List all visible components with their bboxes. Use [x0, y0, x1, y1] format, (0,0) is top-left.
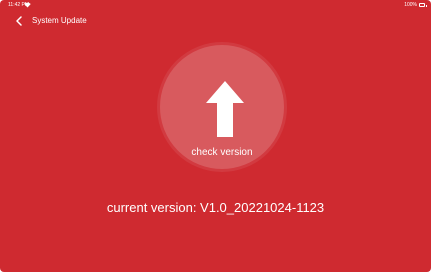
status-bar: 11:42 PM 100%	[0, 0, 431, 10]
current-version-text: current version: V1.0_20221024-1123	[106, 200, 325, 215]
check-version-label: check version	[191, 147, 253, 158]
chevron-left-icon	[16, 16, 22, 26]
system-update-screen: 11:42 PM 100% System Update check versio…	[0, 0, 431, 272]
wifi-icon	[24, 2, 31, 8]
battery-icon	[419, 3, 427, 7]
page-title: System Update	[32, 16, 87, 25]
back-button[interactable]	[12, 14, 26, 28]
app-header: System Update	[0, 10, 431, 32]
check-version-button[interactable]: check version	[157, 42, 287, 172]
upload-arrow-icon	[206, 81, 244, 137]
battery-percentage: 100%	[404, 2, 417, 8]
